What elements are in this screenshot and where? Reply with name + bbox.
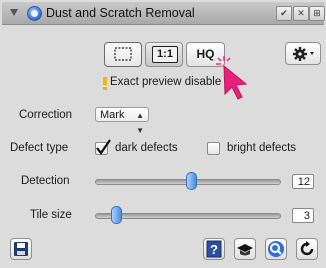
frame-icon (114, 47, 132, 61)
detection-label: Detection (21, 175, 70, 187)
zoom-icon (268, 241, 284, 257)
gear-icon (293, 47, 314, 61)
correction-label: Correction (19, 109, 73, 121)
preview-warning-text: Exact preview disable (110, 76, 222, 88)
updown-arrows-icon: ▲ ▼ (136, 111, 144, 135)
correction-select[interactable]: Mark ▲ ▼ (95, 107, 149, 135)
help-icon: ? (206, 240, 222, 258)
checkmark-icon (96, 139, 111, 155)
save-icon (14, 242, 28, 256)
tutorial-button[interactable] (234, 238, 256, 260)
pointer-cursor-icon (216, 56, 248, 100)
save-preset-button[interactable] (10, 238, 32, 260)
module-enable-icon[interactable] (27, 6, 42, 21)
correction-value: Mark (100, 109, 125, 121)
bright-defects-checkbox[interactable] (207, 142, 220, 155)
detection-value-field[interactable]: 12 (292, 174, 314, 189)
graduation-cap-icon (237, 244, 253, 256)
settings-button[interactable] (285, 42, 321, 65)
zoom-1to1-button[interactable]: 1:1 (145, 42, 183, 67)
reset-button[interactable] (296, 238, 318, 260)
panel-title: Dust and Scratch Removal (46, 6, 195, 20)
dark-defects-checkbox[interactable] (95, 139, 111, 155)
help-button[interactable]: ? (203, 238, 225, 260)
collapse-triangle-icon[interactable] (10, 9, 18, 16)
tile-size-label: Tile size (30, 209, 72, 221)
tile-size-value-field[interactable]: 3 (292, 208, 314, 223)
tile-size-slider-thumb[interactable] (110, 206, 122, 224)
zoom-1to1-label: 1:1 (152, 46, 178, 63)
detection-slider-thumb[interactable] (186, 172, 197, 190)
zoom-tool-button[interactable] (265, 238, 287, 260)
checkmark-icon[interactable]: ✔ (276, 6, 292, 21)
frame-preview-button[interactable] (104, 42, 142, 67)
tile-size-slider-track[interactable] (95, 213, 281, 219)
panel-titlebar: Dust and Scratch Removal ✔ ✕ ⊞ (2, 2, 325, 25)
close-icon[interactable]: ✕ (293, 6, 309, 21)
reset-icon (300, 241, 314, 256)
svg-text:?: ? (210, 242, 218, 257)
warning-icon (103, 77, 107, 90)
bright-defects-label: bright defects (227, 142, 297, 154)
dark-defects-label: dark defects (115, 142, 178, 154)
defect-type-label: Defect type (10, 142, 69, 154)
expand-icon[interactable]: ⊞ (309, 6, 325, 21)
